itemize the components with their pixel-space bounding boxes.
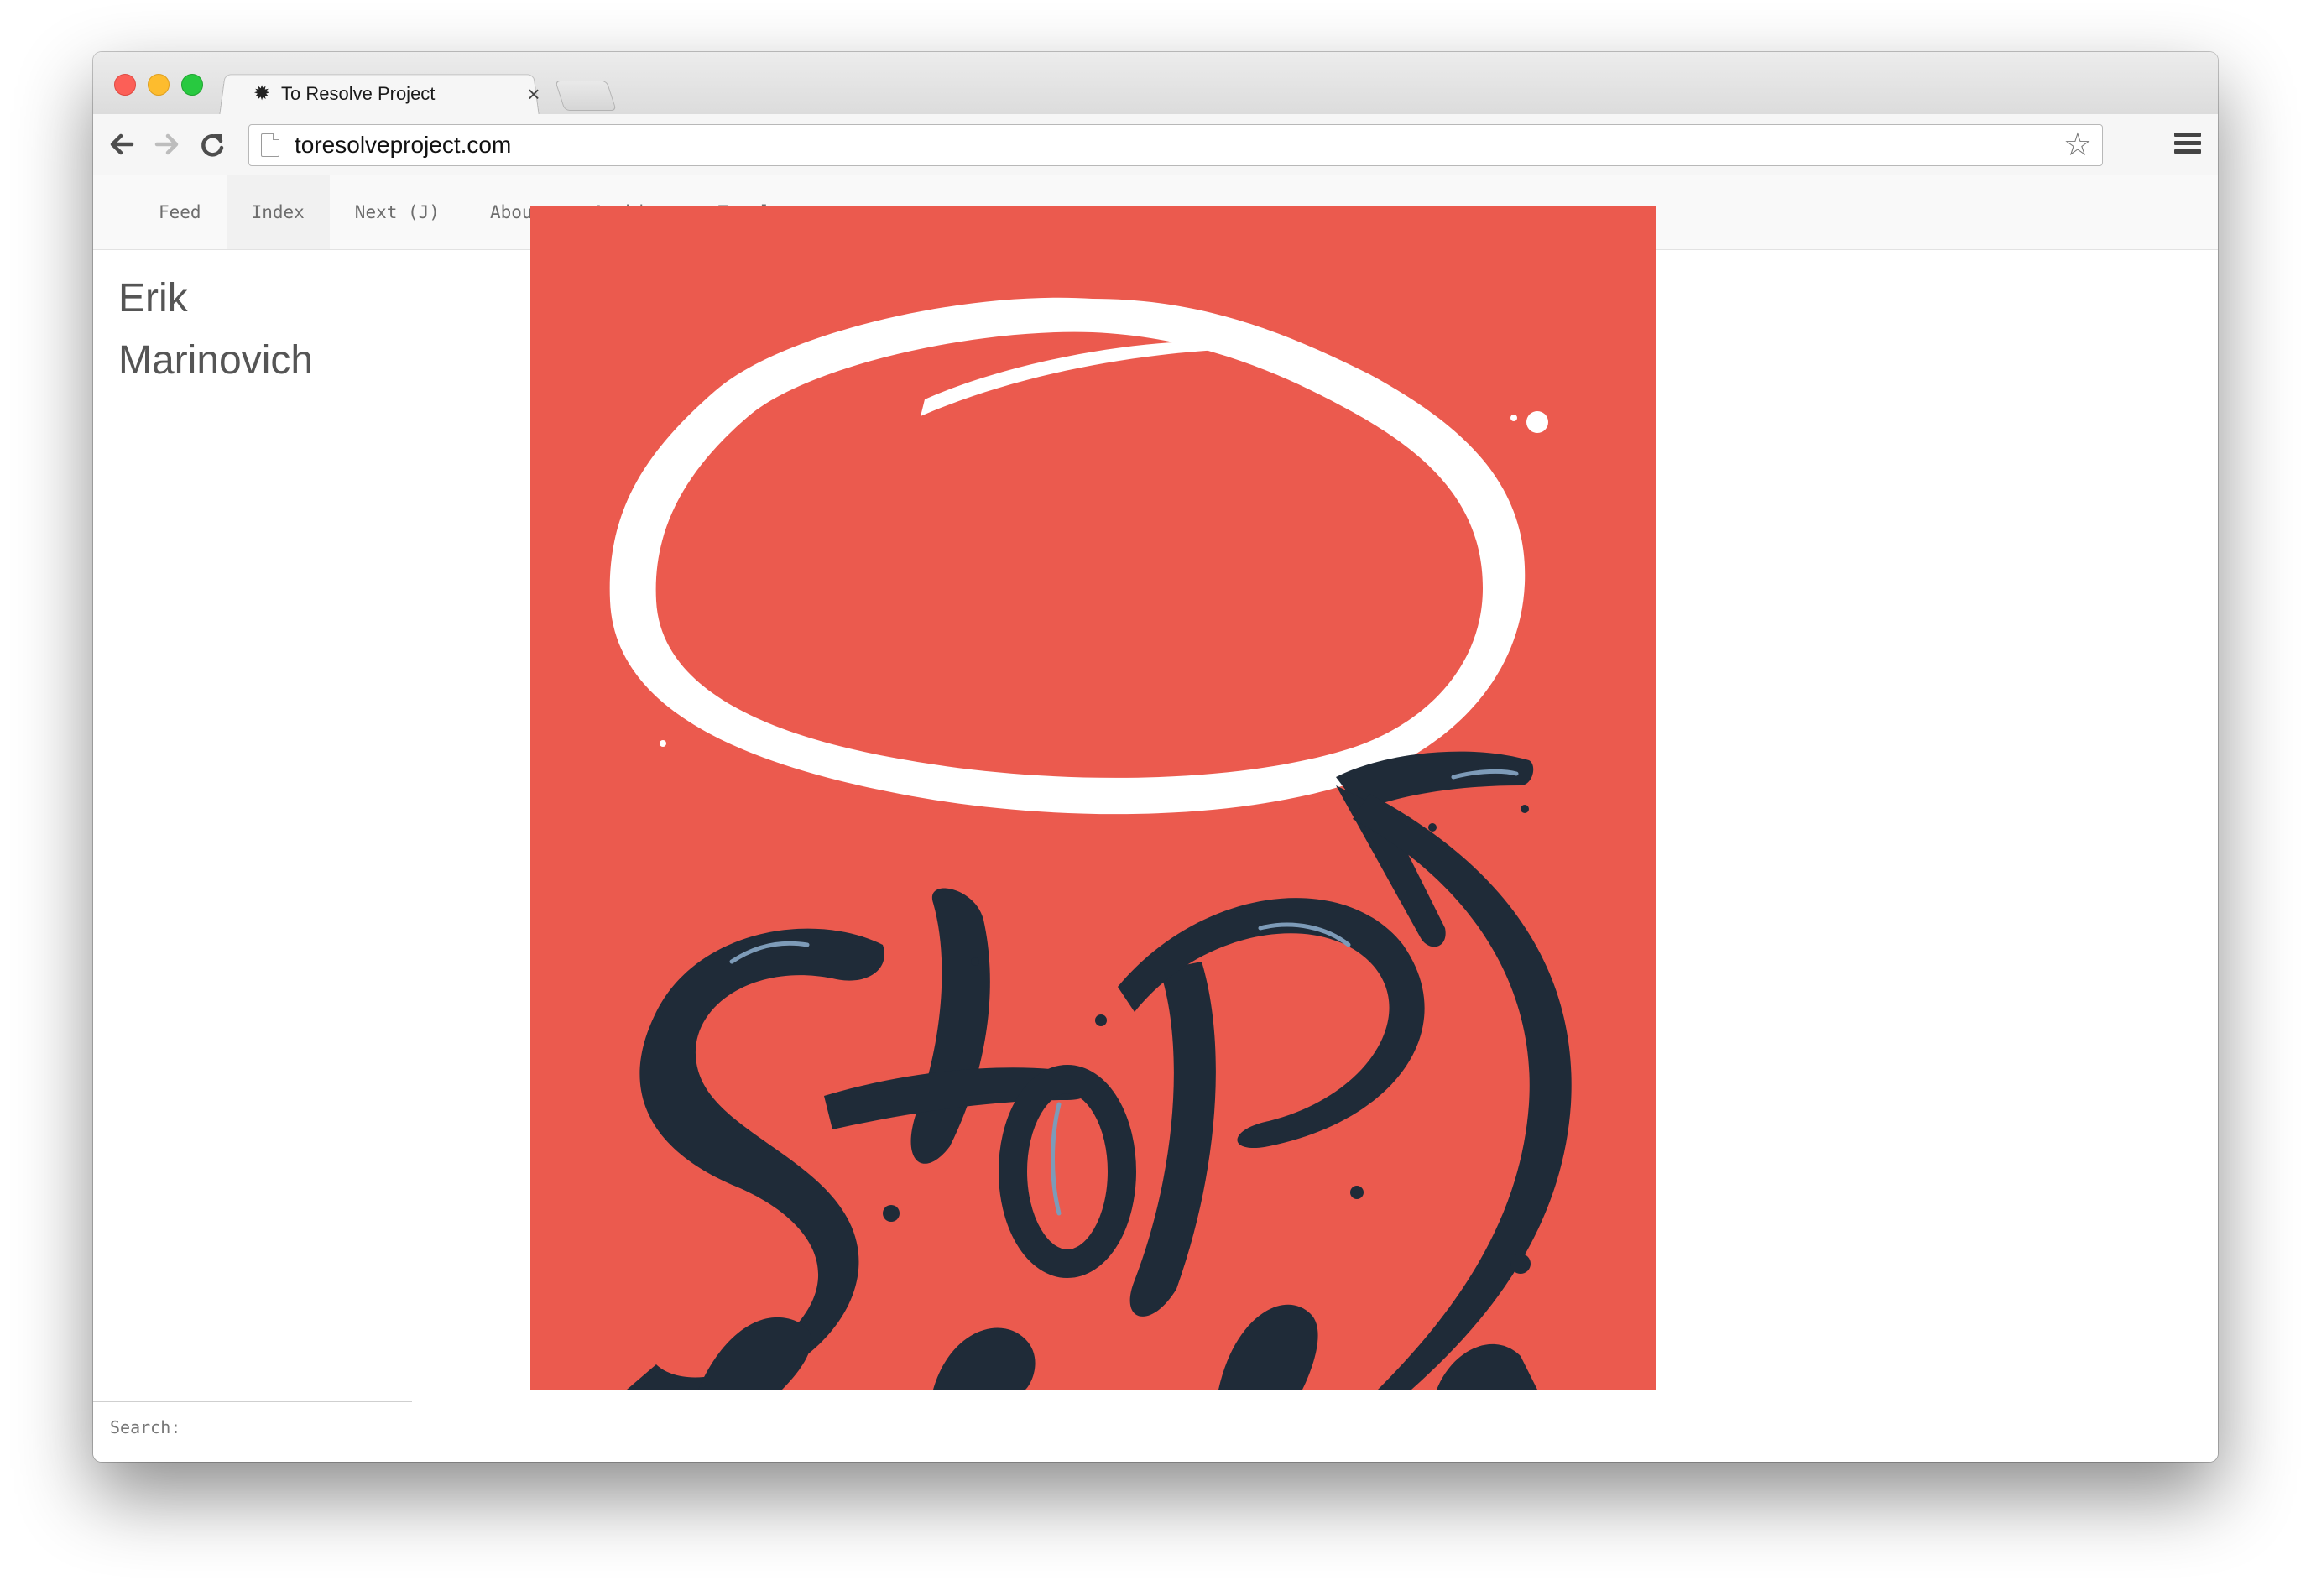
- arrow-left-icon[interactable]: [107, 129, 137, 159]
- nav-next[interactable]: Next (J): [330, 175, 465, 249]
- search-input[interactable]: [187, 1406, 414, 1449]
- bottom-letter-3: [1218, 1304, 1318, 1390]
- tab-title: To Resolve Project: [281, 83, 436, 104]
- ink-drop-5: [1428, 823, 1437, 832]
- sunburst-icon: ✹: [253, 82, 271, 105]
- ink-drop-2: [1350, 1186, 1364, 1199]
- letter-p-bowl: [1118, 898, 1425, 1149]
- bubble-dot-4: [660, 740, 666, 747]
- page-icon: [261, 133, 279, 157]
- web-page: Feed Index Next (J) About Archive Templa…: [93, 175, 2218, 1462]
- browser-tab-content[interactable]: ✹ To Resolve Project ×: [244, 72, 546, 116]
- ink-drop-3: [1095, 1014, 1107, 1026]
- artwork-image: [530, 206, 1656, 1390]
- letter-t-stem: [910, 888, 990, 1164]
- bottom-letter-1: [698, 1317, 811, 1390]
- bottom-letter-4: [1437, 1343, 1537, 1390]
- bubble-dot-2: [1510, 415, 1517, 421]
- search-label: Search:: [110, 1417, 181, 1437]
- nav-feed[interactable]: Feed: [133, 175, 227, 249]
- letter-s: [627, 928, 884, 1390]
- browser-toolbar: toresolveproject.com ☆: [93, 114, 2218, 175]
- address-bar[interactable]: toresolveproject.com ☆: [248, 124, 2103, 166]
- author-last-name: Marinovich: [118, 338, 314, 383]
- star-icon[interactable]: ☆: [2063, 129, 2092, 161]
- nav-index[interactable]: Index: [226, 175, 330, 249]
- arrow-right-icon[interactable]: [152, 129, 182, 159]
- highlight-4: [1051, 1102, 1062, 1216]
- stop-lettering-illustration: [609, 297, 1572, 1390]
- ink-drop-4: [1521, 805, 1529, 813]
- bubble-dot-1: [1526, 411, 1548, 433]
- author-name[interactable]: Erik Marinovich: [118, 268, 370, 392]
- arrow-curve: [1353, 794, 1572, 1390]
- search-box: Search:: [93, 1401, 414, 1453]
- ink-drop-6: [971, 957, 979, 966]
- bottom-letter-2: [933, 1327, 1036, 1390]
- close-tab-icon[interactable]: ×: [521, 83, 546, 105]
- author-first-name: Erik: [118, 276, 188, 321]
- bubble-dot-3: [683, 684, 696, 697]
- ink-drop-7: [1510, 1254, 1531, 1274]
- zoom-window-button[interactable]: [181, 74, 203, 96]
- hamburger-menu-icon[interactable]: [2174, 133, 2201, 156]
- browser-window: ✹ To Resolve Project × toresolveproject.…: [93, 52, 2218, 1462]
- minimize-window-button[interactable]: [148, 74, 170, 96]
- close-window-button[interactable]: [114, 74, 136, 96]
- letter-p-stem: [1129, 962, 1216, 1317]
- new-tab-button[interactable]: [555, 81, 617, 111]
- title-bar: ✹ To Resolve Project ×: [93, 52, 2218, 117]
- ink-drop-1: [883, 1205, 900, 1222]
- letter-o: [999, 1065, 1136, 1278]
- reload-icon[interactable]: [197, 129, 227, 159]
- url-text[interactable]: toresolveproject.com: [295, 132, 2063, 159]
